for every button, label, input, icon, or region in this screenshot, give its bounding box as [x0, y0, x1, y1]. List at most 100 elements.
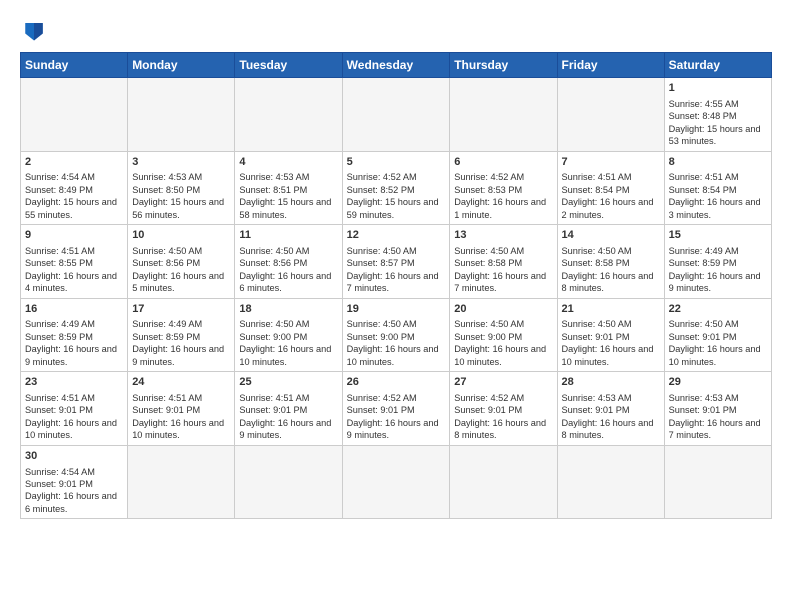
day-number: 13 — [454, 228, 552, 243]
weekday-header-tuesday: Tuesday — [235, 53, 342, 78]
day-number: 3 — [132, 155, 230, 170]
day-number: 20 — [454, 302, 552, 317]
calendar-table: SundayMondayTuesdayWednesdayThursdayFrid… — [20, 52, 772, 519]
day-number: 11 — [239, 228, 337, 243]
weekday-header-friday: Friday — [557, 53, 664, 78]
day-info: Sunrise: 4:50 AM Sunset: 8:56 PM Dayligh… — [239, 245, 337, 295]
day-number: 19 — [347, 302, 446, 317]
day-info: Sunrise: 4:52 AM Sunset: 9:01 PM Dayligh… — [454, 392, 552, 442]
day-number: 21 — [562, 302, 660, 317]
calendar-cell: 21Sunrise: 4:50 AM Sunset: 9:01 PM Dayli… — [557, 298, 664, 372]
weekday-header-row: SundayMondayTuesdayWednesdayThursdayFrid… — [21, 53, 772, 78]
calendar-cell: 13Sunrise: 4:50 AM Sunset: 8:58 PM Dayli… — [450, 225, 557, 299]
calendar-header: SundayMondayTuesdayWednesdayThursdayFrid… — [21, 53, 772, 78]
calendar-cell: 24 Sunrise: 4:51 AM Sunset: 9:01 PM Dayli… — [128, 372, 235, 446]
day-number: 7 — [562, 155, 660, 170]
calendar-cell: 16Sunrise: 4:49 AM Sunset: 8:59 PM Dayli… — [21, 298, 128, 372]
weekday-header-wednesday: Wednesday — [342, 53, 450, 78]
day-info: Sunrise: 4:52 AM Sunset: 9:01 PM Dayligh… — [347, 392, 446, 442]
day-number: 23 — [25, 375, 123, 390]
day-number: 9 — [25, 228, 123, 243]
day-info: Sunrise: 4:49 AM Sunset: 8:59 PM Dayligh… — [25, 318, 123, 368]
calendar-cell: 5Sunrise: 4:52 AM Sunset: 8:52 PM Daylig… — [342, 151, 450, 225]
day-info: Sunrise: 4:50 AM Sunset: 9:00 PM Dayligh… — [347, 318, 446, 368]
day-number: 24 — [132, 375, 230, 390]
calendar-week-5: 23 Sunrise: 4:51 AM Sunset: 9:01 PM Dayli… — [21, 372, 772, 446]
calendar-cell: 23Sunrise: 4:51 AM Sunset: 9:01 PM Dayli… — [21, 372, 128, 446]
calendar-week-4: 16Sunrise: 4:49 AM Sunset: 8:59 PM Dayli… — [21, 298, 772, 372]
day-info: Sunrise: 4:50 AM Sunset: 9:00 PM Dayligh… — [454, 318, 552, 368]
day-info: Sunrise: 4:53 AM Sunset: 9:01 PM Dayligh… — [562, 392, 660, 442]
calendar-cell: 2Sunrise: 4:54 AM Sunset: 8:49 PM Daylig… — [21, 151, 128, 225]
calendar-cell — [342, 78, 450, 152]
day-info: Sunrise: 4:51 AM Sunset: 9:01 PM Dayligh… — [132, 392, 230, 442]
day-number: 22 — [669, 302, 767, 317]
calendar-cell: 25Sunrise: 4:51 AM Sunset: 9:01 PM Dayli… — [235, 372, 342, 446]
calendar-cell: 28 Sunrise: 4:53 AM Sunset: 9:01 PM Dayli… — [557, 372, 664, 446]
calendar-cell — [235, 445, 342, 519]
day-info: Sunrise: 4:49 AM Sunset: 8:59 PM Dayligh… — [132, 318, 230, 368]
calendar-cell: 30 Sunrise: 4:54 AM Sunset: 9:01 PM Dayli… — [21, 445, 128, 519]
day-number: 30 — [25, 449, 123, 464]
day-number: 12 — [347, 228, 446, 243]
calendar-cell: 4Sunrise: 4:53 AM Sunset: 8:51 PM Daylig… — [235, 151, 342, 225]
calendar-cell: 3Sunrise: 4:53 AM Sunset: 8:50 PM Daylig… — [128, 151, 235, 225]
calendar-cell: 6Sunrise: 4:52 AM Sunset: 8:53 PM Daylig… — [450, 151, 557, 225]
calendar-cell — [128, 78, 235, 152]
day-info: Sunrise: 4:50 AM Sunset: 9:01 PM Dayligh… — [562, 318, 660, 368]
day-info: Sunrise: 4:51 AM Sunset: 8:54 PM Dayligh… — [669, 171, 767, 221]
day-info: Sunrise: 4:50 AM Sunset: 9:01 PM Dayligh… — [669, 318, 767, 368]
day-number: 18 — [239, 302, 337, 317]
logo — [20, 16, 52, 44]
weekday-header-sunday: Sunday — [21, 53, 128, 78]
calendar-cell: 19Sunrise: 4:50 AM Sunset: 9:00 PM Dayli… — [342, 298, 450, 372]
day-info: Sunrise: 4:55 AM Sunset: 8:48 PM Dayligh… — [669, 98, 767, 148]
day-number: 14 — [562, 228, 660, 243]
calendar-cell: 22Sunrise: 4:50 AM Sunset: 9:01 PM Dayli… — [664, 298, 771, 372]
day-info: Sunrise: 4:53 AM Sunset: 9:01 PM Dayligh… — [669, 392, 767, 442]
calendar-cell: 12Sunrise: 4:50 AM Sunset: 8:57 PM Dayli… — [342, 225, 450, 299]
day-number: 10 — [132, 228, 230, 243]
day-number: 2 — [25, 155, 123, 170]
day-info: Sunrise: 4:49 AM Sunset: 8:59 PM Dayligh… — [669, 245, 767, 295]
day-info: Sunrise: 4:51 AM Sunset: 9:01 PM Dayligh… — [239, 392, 337, 442]
day-info: Sunrise: 4:54 AM Sunset: 9:01 PM Dayligh… — [25, 466, 123, 516]
calendar-cell — [21, 78, 128, 152]
calendar-cell — [128, 445, 235, 519]
day-number: 6 — [454, 155, 552, 170]
calendar-cell: 18Sunrise: 4:50 AM Sunset: 9:00 PM Dayli… — [235, 298, 342, 372]
day-info: Sunrise: 4:51 AM Sunset: 8:54 PM Dayligh… — [562, 171, 660, 221]
day-info: Sunrise: 4:50 AM Sunset: 8:56 PM Dayligh… — [132, 245, 230, 295]
day-info: Sunrise: 4:51 AM Sunset: 8:55 PM Dayligh… — [25, 245, 123, 295]
calendar-week-2: 2Sunrise: 4:54 AM Sunset: 8:49 PM Daylig… — [21, 151, 772, 225]
calendar-cell: 27Sunrise: 4:52 AM Sunset: 9:01 PM Dayli… — [450, 372, 557, 446]
calendar-cell: 9 Sunrise: 4:51 AM Sunset: 8:55 PM Daylig… — [21, 225, 128, 299]
day-number: 28 — [562, 375, 660, 390]
calendar-week-6: 30 Sunrise: 4:54 AM Sunset: 9:01 PM Dayli… — [21, 445, 772, 519]
calendar-cell: 11 Sunrise: 4:50 AM Sunset: 8:56 PM Dayli… — [235, 225, 342, 299]
calendar-cell: 17Sunrise: 4:49 AM Sunset: 8:59 PM Dayli… — [128, 298, 235, 372]
day-number: 8 — [669, 155, 767, 170]
day-number: 26 — [347, 375, 446, 390]
day-number: 16 — [25, 302, 123, 317]
day-number: 5 — [347, 155, 446, 170]
calendar-cell: 7Sunrise: 4:51 AM Sunset: 8:54 PM Daylig… — [557, 151, 664, 225]
calendar-cell — [235, 78, 342, 152]
day-info: Sunrise: 4:54 AM Sunset: 8:49 PM Dayligh… — [25, 171, 123, 221]
day-number: 4 — [239, 155, 337, 170]
calendar-cell — [450, 78, 557, 152]
weekday-header-monday: Monday — [128, 53, 235, 78]
day-number: 1 — [669, 81, 767, 96]
calendar-cell: 29Sunrise: 4:53 AM Sunset: 9:01 PM Dayli… — [664, 372, 771, 446]
day-info: Sunrise: 4:53 AM Sunset: 8:50 PM Dayligh… — [132, 171, 230, 221]
weekday-header-saturday: Saturday — [664, 53, 771, 78]
day-info: Sunrise: 4:52 AM Sunset: 8:53 PM Dayligh… — [454, 171, 552, 221]
day-info: Sunrise: 4:50 AM Sunset: 9:00 PM Dayligh… — [239, 318, 337, 368]
calendar-week-1: 1 Sunrise: 4:55 AM Sunset: 8:48 PM Daylig… — [21, 78, 772, 152]
logo-icon — [20, 16, 48, 44]
page-header — [20, 16, 772, 44]
calendar-cell: 26 Sunrise: 4:52 AM Sunset: 9:01 PM Dayli… — [342, 372, 450, 446]
calendar-cell: 20Sunrise: 4:50 AM Sunset: 9:00 PM Dayli… — [450, 298, 557, 372]
calendar-cell: 1 Sunrise: 4:55 AM Sunset: 8:48 PM Daylig… — [664, 78, 771, 152]
calendar-cell — [342, 445, 450, 519]
